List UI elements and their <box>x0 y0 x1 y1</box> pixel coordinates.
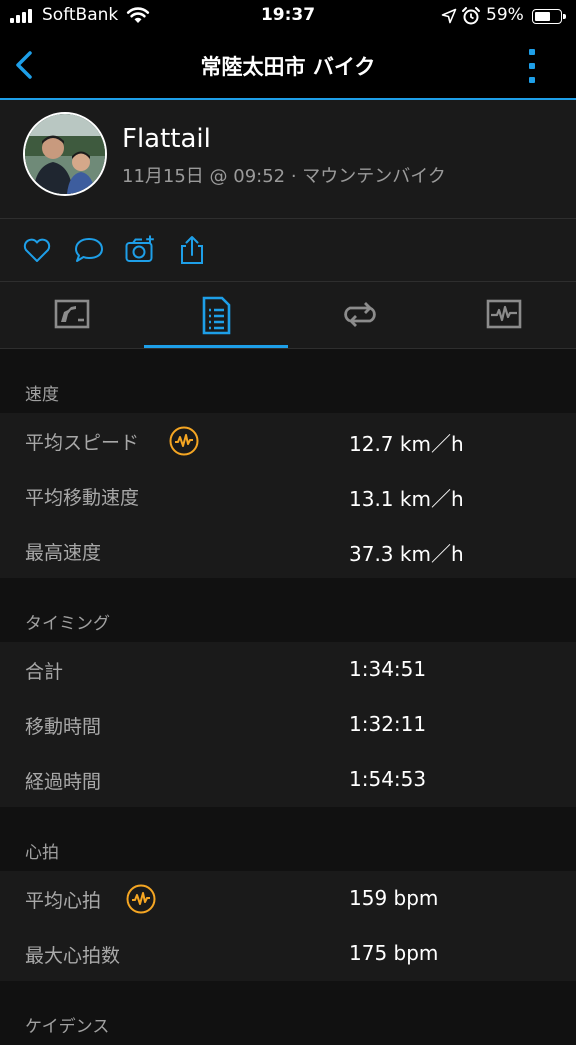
tab-laps[interactable] <box>288 282 432 348</box>
share-icon[interactable] <box>176 234 208 266</box>
stat-label: 平均移動速度 <box>25 487 140 509</box>
heart-icon[interactable] <box>21 234 53 266</box>
stat-row-total-time: 合計 1:34:51 <box>0 642 576 697</box>
stat-label: 最高速度 <box>25 542 102 564</box>
stat-row-elapsed-time: 経過時間 1:54:53 <box>0 752 576 807</box>
section-title: 速度 <box>25 385 59 405</box>
activity-badge-icon[interactable] <box>126 884 156 914</box>
section-header-cadence: ケイデンス <box>0 981 576 1045</box>
user-name[interactable]: Flattail <box>122 124 211 154</box>
battery-percentage: 59% <box>486 5 524 25</box>
comment-icon[interactable] <box>73 234 105 266</box>
activity-meta: 11月15日 @ 09:52 · マウンテンバイク <box>122 166 446 187</box>
stat-row-avg-moving-speed: 平均移動速度 13.1 km／h <box>0 468 576 523</box>
section-title: 心拍 <box>25 843 59 863</box>
stat-value: 1:32:11 <box>349 712 427 736</box>
activity-badge-icon[interactable] <box>169 426 199 456</box>
stat-label: 最大心拍数 <box>25 945 121 967</box>
timing-rows: 合計 1:34:51 移動時間 1:32:11 経過時間 1:54:53 <box>0 642 576 807</box>
location-arrow-icon <box>441 8 457 24</box>
stat-row-max-heart-rate: 最大心拍数 175 bpm <box>0 926 576 981</box>
more-options-button[interactable] <box>522 46 542 86</box>
stat-row-avg-speed[interactable]: 平均スピード 12.7 km／h <box>0 413 576 468</box>
section-header-timing: タイミング <box>0 578 576 642</box>
stat-value: 159 bpm <box>349 886 439 910</box>
activity-header: Flattail 11月15日 @ 09:52 · マウンテンバイク <box>0 100 576 219</box>
stat-value: 12.7 km／h <box>349 432 464 456</box>
section-title: タイミング <box>25 614 110 634</box>
stat-label: 経過時間 <box>25 771 102 793</box>
stat-value: 1:54:53 <box>349 767 427 791</box>
stat-row-avg-heart-rate[interactable]: 平均心拍 159 bpm <box>0 871 576 926</box>
stat-value: 37.3 km／h <box>349 542 464 566</box>
tab-bar <box>0 282 576 349</box>
section-header-heart-rate: 心拍 <box>0 807 576 871</box>
tab-charts[interactable] <box>432 282 576 348</box>
stat-label: 平均スピード <box>25 432 140 454</box>
stat-row-moving-time: 移動時間 1:32:11 <box>0 697 576 752</box>
page-title: 常陸太田市 バイク <box>200 55 376 79</box>
stats-document-icon <box>202 296 231 335</box>
chart-icon <box>486 299 522 329</box>
stat-label: 移動時間 <box>25 716 102 738</box>
stat-row-max-speed: 最高速度 37.3 km／h <box>0 523 576 578</box>
stat-value: 175 bpm <box>349 941 439 965</box>
add-photo-icon[interactable] <box>124 234 156 266</box>
battery-icon <box>532 9 566 24</box>
navigation-bar: 常陸太田市 バイク <box>0 34 576 100</box>
stat-label: 平均心拍 <box>25 890 102 912</box>
tab-stats[interactable] <box>144 282 288 348</box>
stat-value: 13.1 km／h <box>349 487 464 511</box>
stat-value: 1:34:51 <box>349 657 427 681</box>
stats-list: 速度 平均スピード 12.7 km／h 平均移動速度 13.1 km／h 最高速… <box>0 349 576 1037</box>
overview-icon <box>54 299 90 329</box>
section-header-speed: 速度 <box>0 349 576 413</box>
status-bar: SoftBank 19:37 59% <box>0 0 576 34</box>
heart-rate-rows: 平均心拍 159 bpm 最大心拍数 175 bpm <box>0 871 576 981</box>
avatar[interactable] <box>23 112 107 196</box>
tab-overview[interactable] <box>0 282 144 348</box>
section-title: ケイデンス <box>25 1017 110 1037</box>
action-bar <box>0 219 576 282</box>
speed-rows: 平均スピード 12.7 km／h 平均移動速度 13.1 km／h 最高速度 3… <box>0 413 576 578</box>
alarm-icon <box>462 7 480 25</box>
laps-icon <box>344 302 376 327</box>
stat-label: 合計 <box>25 661 64 683</box>
avatar-photo <box>25 114 105 194</box>
